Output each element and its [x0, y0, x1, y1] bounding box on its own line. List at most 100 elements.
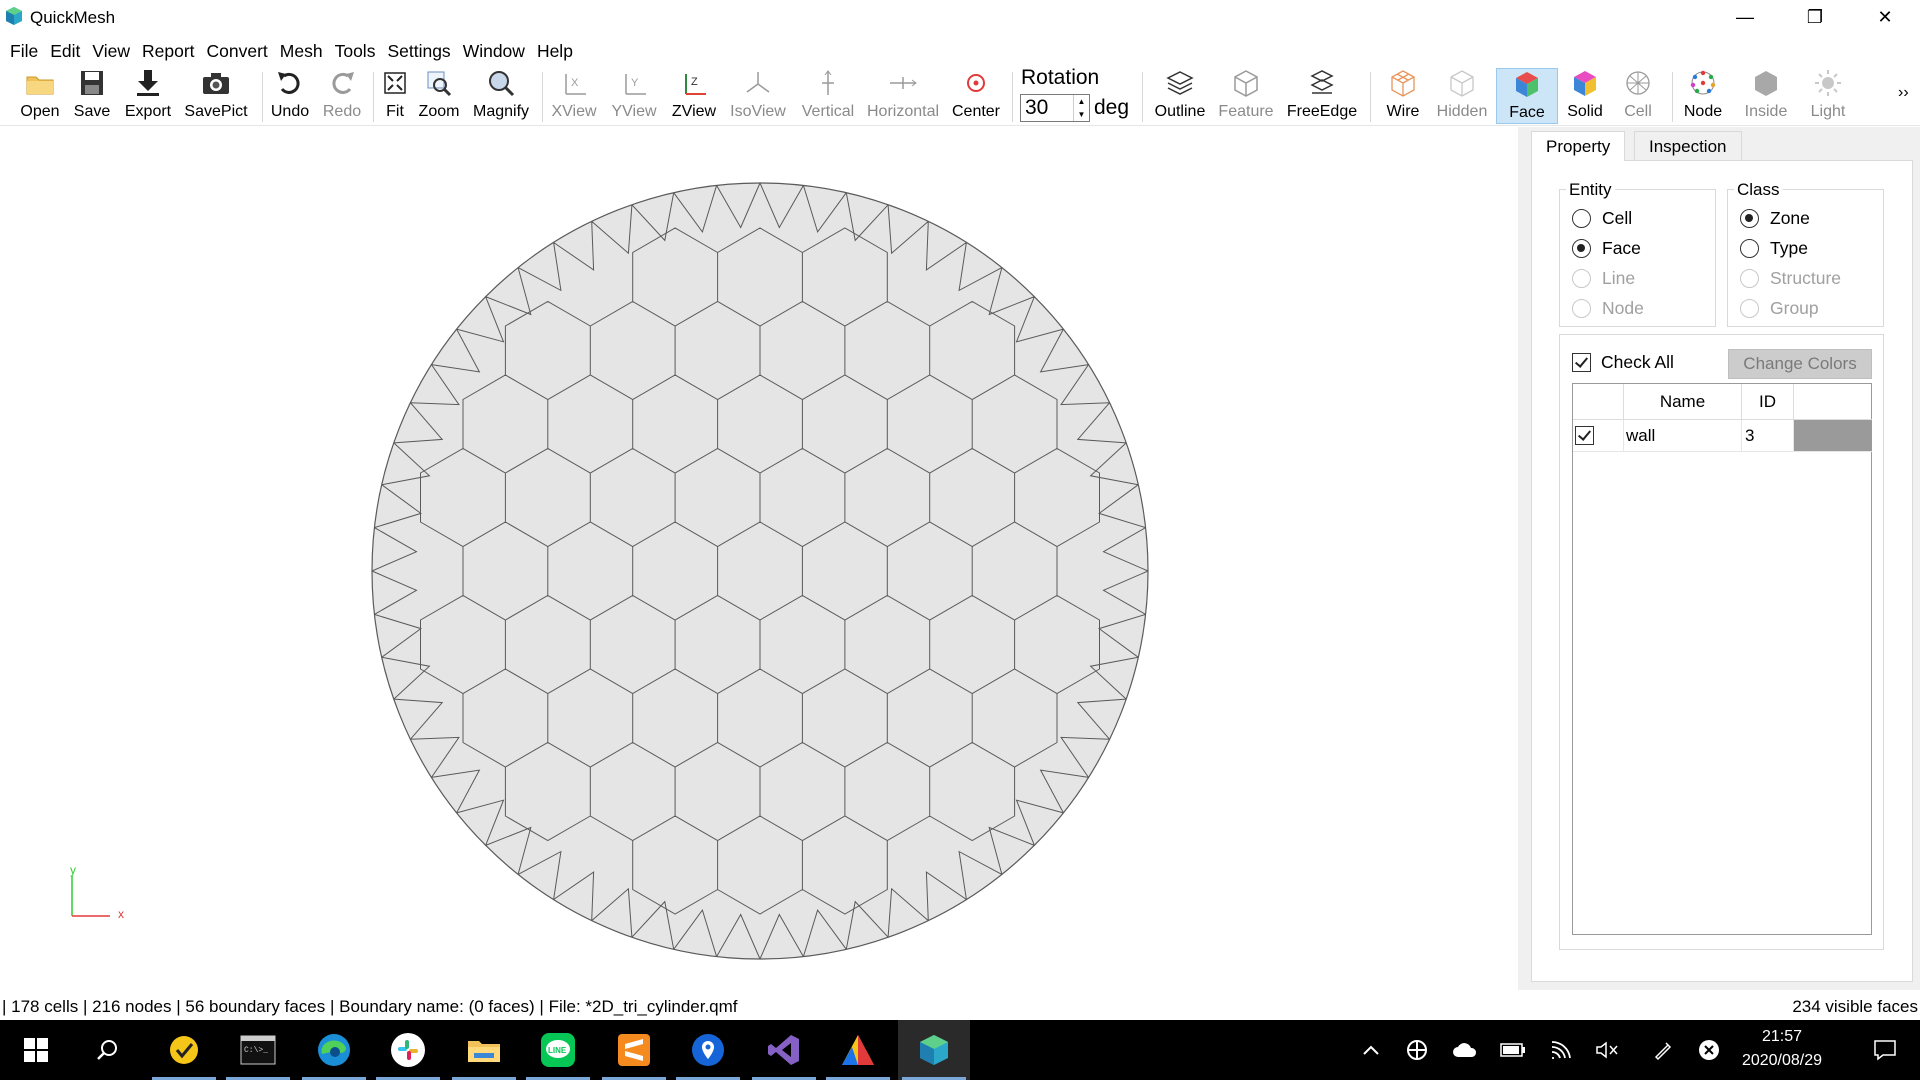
status-left-text: | 178 cells | 216 nodes | 56 boundary fa… — [2, 997, 738, 1016]
light-button[interactable]: Light — [1802, 68, 1854, 124]
mesh-disc[interactable] — [371, 182, 1149, 960]
menu-convert[interactable]: Convert — [201, 41, 274, 62]
taskbar-terminal-app[interactable]: C:\>_ — [222, 1020, 294, 1080]
mesh-canvas[interactable] — [0, 127, 1518, 990]
menu-help[interactable]: Help — [531, 41, 579, 62]
center-button[interactable]: Center — [948, 68, 1004, 124]
menu-tools[interactable]: Tools — [329, 41, 382, 62]
taskbar-drive-app[interactable] — [822, 1020, 894, 1080]
menu-mesh[interactable]: Mesh — [274, 41, 329, 62]
tab-inspection[interactable]: Inspection — [1634, 131, 1742, 161]
outline-button[interactable]: Outline — [1150, 68, 1210, 124]
vertical-button[interactable]: Vertical — [798, 68, 858, 124]
fit-button[interactable]: Fit — [378, 68, 412, 124]
savepict-button[interactable]: SavePict — [182, 68, 250, 124]
feature-button[interactable]: Feature — [1212, 68, 1280, 124]
table-header-id[interactable]: ID — [1742, 384, 1794, 420]
inside-button[interactable]: Inside — [1740, 68, 1792, 124]
save-button[interactable]: Save — [68, 68, 116, 124]
radio-circle[interactable] — [1740, 269, 1759, 288]
open-button[interactable]: Open — [16, 68, 64, 124]
freeedge-button[interactable]: FreeEdge — [1284, 68, 1360, 124]
row-checkbox[interactable] — [1575, 426, 1594, 445]
menu-window[interactable]: Window — [457, 41, 531, 62]
zview-button[interactable]: Z ZView — [666, 68, 722, 124]
taskbar-norton-app[interactable] — [148, 1020, 220, 1080]
menu-edit[interactable]: Edit — [44, 41, 86, 62]
minimize-button[interactable]: — — [1710, 0, 1780, 34]
hidden-button[interactable]: Hidden — [1434, 68, 1490, 124]
volume-muted-icon[interactable] — [1590, 1020, 1624, 1080]
undo-button[interactable]: Undo — [268, 68, 312, 124]
cell-button[interactable]: Cell — [1614, 68, 1662, 124]
checkbox-box[interactable] — [1572, 353, 1591, 372]
yview-button[interactable]: Y YView — [608, 68, 660, 124]
menu-report[interactable]: Report — [136, 41, 201, 62]
entity-node-radio[interactable]: Node — [1572, 298, 1644, 319]
pen-icon[interactable] — [1646, 1020, 1680, 1080]
tray-overflow-chevron-icon[interactable] — [1356, 1020, 1386, 1080]
magnify-button[interactable]: Magnify — [470, 68, 532, 124]
spin-up-icon[interactable]: ▲ — [1074, 95, 1089, 108]
taskbar-edge-app[interactable] — [298, 1020, 370, 1080]
mesh-viewport[interactable]: y x — [0, 127, 1518, 990]
toolbar-overflow-button[interactable]: ›› — [1898, 84, 1909, 102]
table-row-name[interactable]: wall — [1624, 420, 1742, 452]
taskbar-line-app[interactable]: LINE — [522, 1020, 594, 1080]
notifications-icon[interactable] — [1850, 1020, 1920, 1080]
wire-button[interactable]: Wire — [1378, 68, 1428, 124]
isoview-button[interactable]: IsoView — [726, 68, 790, 124]
battery-icon[interactable] — [1496, 1020, 1530, 1080]
taskbar-explorer-app[interactable] — [448, 1020, 520, 1080]
entity-cell-radio[interactable]: Cell — [1572, 208, 1632, 229]
face-button[interactable]: Face — [1496, 68, 1558, 124]
start-button[interactable] — [0, 1020, 72, 1080]
panel-splitter[interactable] — [1518, 127, 1528, 990]
onedrive-cloud-icon[interactable] — [1448, 1020, 1482, 1080]
class-type-radio[interactable]: Type — [1740, 238, 1808, 259]
redo-button[interactable]: Redo — [320, 68, 364, 124]
spin-down-icon[interactable]: ▼ — [1074, 108, 1089, 121]
export-button[interactable]: Export — [120, 68, 176, 124]
radio-circle[interactable] — [1572, 239, 1591, 258]
menu-file[interactable]: File — [4, 41, 44, 62]
restore-button[interactable]: ❐ — [1780, 0, 1850, 34]
close-button[interactable]: ✕ — [1850, 0, 1920, 34]
search-button[interactable] — [72, 1020, 144, 1080]
taskbar-visual-studio-app[interactable] — [748, 1020, 820, 1080]
entity-face-radio[interactable]: Face — [1572, 238, 1641, 259]
radio-circle[interactable] — [1740, 299, 1759, 318]
rotation-spinner[interactable]: ▲ ▼ — [1073, 95, 1089, 121]
radio-circle[interactable] — [1572, 209, 1591, 228]
tray-app-icon[interactable] — [1402, 1020, 1432, 1080]
class-zone-radio[interactable]: Zone — [1740, 208, 1810, 229]
node-button[interactable]: Node — [1678, 68, 1728, 124]
change-colors-button[interactable]: Change Colors — [1728, 349, 1872, 379]
taskbar-clock[interactable]: 21:57 2020/08/29 — [1722, 1025, 1842, 1073]
tab-property[interactable]: Property — [1531, 131, 1626, 161]
table-row-checkbox-cell[interactable] — [1573, 420, 1624, 452]
radio-circle[interactable] — [1572, 269, 1591, 288]
taskbar-quickmesh-app[interactable] — [898, 1020, 970, 1080]
radio-circle[interactable] — [1740, 209, 1759, 228]
table-row-id[interactable]: 3 — [1742, 420, 1794, 452]
tray-close-circle-icon[interactable] — [1692, 1020, 1726, 1080]
table-header-name[interactable]: Name — [1624, 384, 1742, 420]
radio-circle[interactable] — [1572, 299, 1591, 318]
radio-circle[interactable] — [1740, 239, 1759, 258]
xview-button[interactable]: X XView — [548, 68, 600, 124]
menu-settings[interactable]: Settings — [381, 41, 456, 62]
entity-line-radio[interactable]: Line — [1572, 268, 1635, 289]
taskbar-sublime-app[interactable] — [598, 1020, 670, 1080]
table-row-color-swatch[interactable] — [1794, 420, 1872, 452]
check-all-checkbox[interactable]: Check All — [1572, 352, 1674, 373]
taskbar-maps-app[interactable] — [672, 1020, 744, 1080]
menu-view[interactable]: View — [86, 41, 136, 62]
solid-button[interactable]: Solid — [1560, 68, 1610, 124]
zoom-button[interactable]: Zoom — [416, 68, 462, 124]
horizontal-button[interactable]: Horizontal — [864, 68, 942, 124]
wifi-icon[interactable] — [1544, 1020, 1578, 1080]
class-group-radio[interactable]: Group — [1740, 298, 1819, 319]
class-structure-radio[interactable]: Structure — [1740, 268, 1841, 289]
taskbar-slack-app[interactable] — [372, 1020, 444, 1080]
